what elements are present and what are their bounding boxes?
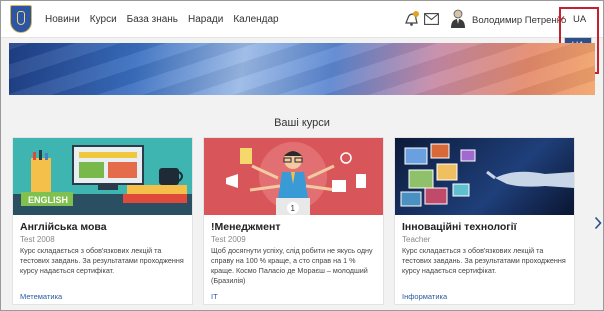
nav-item-news[interactable]: Новини bbox=[45, 14, 80, 25]
nav-item-calendar[interactable]: Календар bbox=[233, 14, 278, 25]
number-one-label: 1 bbox=[291, 204, 296, 213]
course-category-link[interactable]: Метематика bbox=[20, 292, 62, 301]
course-description: Курс складається з обов'язкових лекцій т… bbox=[20, 246, 184, 275]
course-subtitle: Teacher bbox=[402, 235, 431, 244]
hero-banner bbox=[9, 43, 595, 95]
nav-item-courses[interactable]: Курси bbox=[90, 14, 117, 25]
user-avatar-icon[interactable] bbox=[450, 7, 466, 29]
course-subtitle: Test 2009 bbox=[211, 235, 246, 244]
course-card-innovation[interactable]: Інноваційні технології Teacher Курс скла… bbox=[394, 137, 575, 305]
language-selector[interactable]: UA bbox=[573, 14, 586, 25]
course-card-english[interactable]: ENGLISH Англійська мова Test 2008 Курс с… bbox=[12, 137, 193, 305]
course-description: Курс складається з обов'язкових лекцій т… bbox=[402, 246, 566, 275]
chevron-down-icon[interactable] bbox=[557, 14, 565, 22]
course-card-management[interactable]: 1 !Менеджмент Test 2009 Щоб досягнути ус… bbox=[203, 137, 384, 305]
english-book-label: ENGLISH bbox=[28, 195, 68, 205]
course-subtitle: Test 2008 bbox=[20, 235, 55, 244]
nav-item-knowledge-base[interactable]: База знань bbox=[127, 14, 178, 25]
kyiv-logo-icon[interactable] bbox=[10, 5, 32, 33]
top-header: Новини Курси База знань Наради Календар … bbox=[1, 1, 603, 38]
user-name[interactable]: Володимир Петренко bbox=[472, 15, 566, 26]
mail-icon[interactable] bbox=[424, 13, 439, 25]
course-category-link[interactable]: IT bbox=[211, 292, 218, 301]
main-nav: Новини Курси База знань Наради Календар bbox=[45, 14, 279, 25]
course-title: Інноваційні технології bbox=[402, 221, 517, 233]
course-title: Англійська мова bbox=[20, 221, 107, 233]
course-category-link[interactable]: Інформатика bbox=[402, 292, 447, 301]
section-title: Ваші курси bbox=[274, 117, 330, 129]
nav-item-meetings[interactable]: Наради bbox=[188, 14, 223, 25]
bell-icon[interactable] bbox=[402, 10, 420, 28]
chevron-right-icon[interactable] bbox=[594, 216, 602, 230]
course-title: !Менеджмент bbox=[211, 221, 281, 233]
course-image-english: ENGLISH bbox=[13, 138, 192, 215]
course-image-management: 1 bbox=[204, 138, 383, 215]
course-description: Щоб досягнути успіху, слід робити не яку… bbox=[211, 246, 373, 285]
course-image-innovation bbox=[395, 138, 574, 215]
